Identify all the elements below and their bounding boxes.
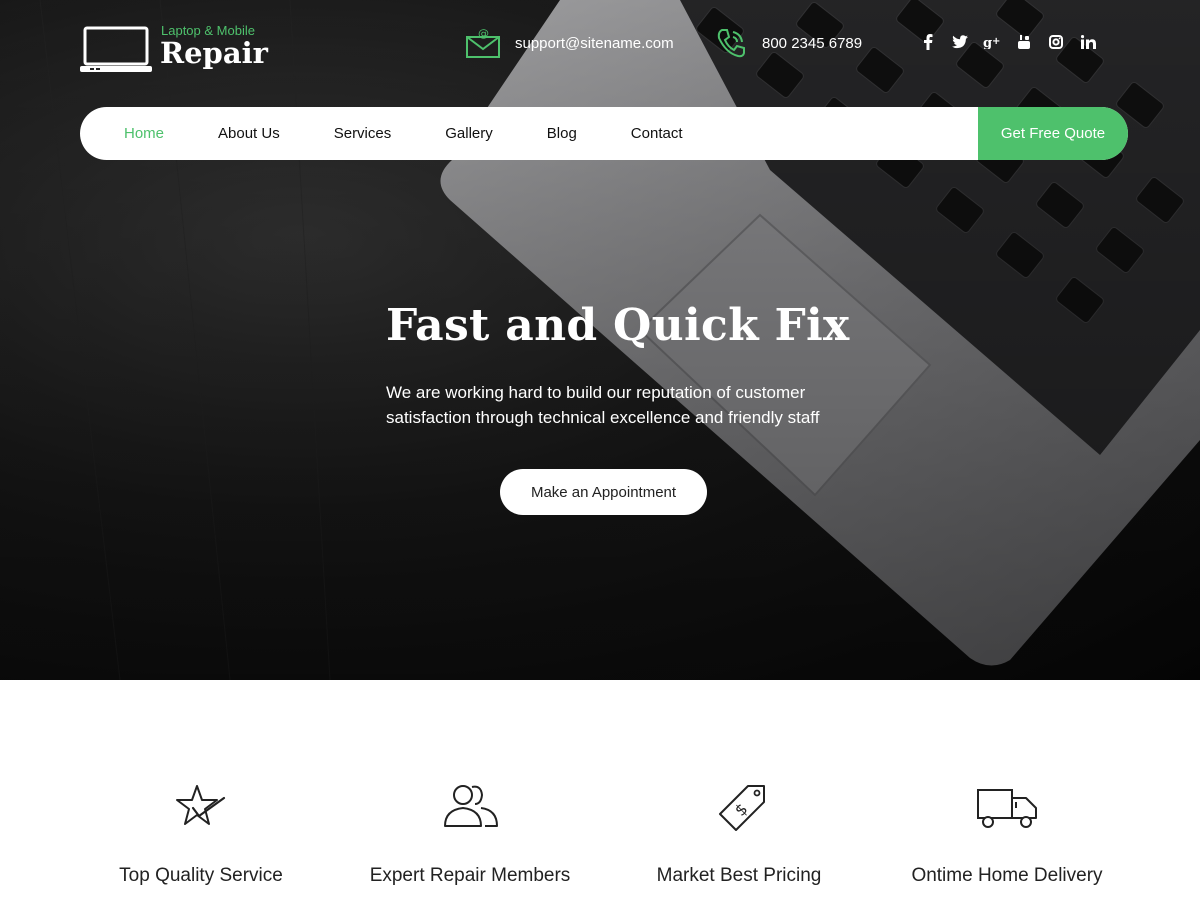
social-links: g + xyxy=(912,30,1104,54)
hero-title: Fast and Quick Fix xyxy=(386,300,850,351)
main-navigation: Home About Us Services Gallery Blog Cont… xyxy=(80,107,1128,160)
facebook-icon[interactable] xyxy=(912,30,944,54)
twitter-icon[interactable] xyxy=(944,30,976,54)
logo-name: Repair xyxy=(160,36,268,70)
feature-item: $ Market Best Pricing xyxy=(619,780,859,886)
star-check-icon xyxy=(176,785,226,825)
get-free-quote-button[interactable]: Get Free Quote xyxy=(978,107,1128,160)
feature-item: Expert Repair Members xyxy=(350,780,590,886)
features-section: Top Quality Service Expert Repair Member… xyxy=(0,680,1200,900)
hero-section: Laptop & Mobile Repair @ support@sitenam… xyxy=(0,0,1200,680)
feature-title: Expert Repair Members xyxy=(369,865,571,886)
svg-text:g: g xyxy=(983,36,992,49)
laptop-icon xyxy=(80,26,152,72)
feature-item: Ontime Home Delivery xyxy=(887,780,1127,886)
feature-title: Ontime Home Delivery xyxy=(911,865,1103,886)
phone-icon xyxy=(717,29,745,58)
contact-phone[interactable]: 800 2345 6789 xyxy=(714,26,862,60)
nav-blog[interactable]: Blog xyxy=(547,125,577,142)
youtube-icon[interactable] xyxy=(1008,30,1040,54)
google-plus-icon[interactable]: g + xyxy=(976,30,1008,54)
nav-services[interactable]: Services xyxy=(334,125,392,142)
email-text: support@sitename.com xyxy=(515,34,674,52)
feature-title: Top Quality Service xyxy=(119,865,283,886)
instagram-icon[interactable] xyxy=(1040,30,1072,54)
feature-title: Market Best Pricing xyxy=(656,865,822,886)
svg-text:+: + xyxy=(992,36,1000,47)
email-icon: @ xyxy=(466,27,500,58)
team-icon xyxy=(444,785,498,827)
hero-description: We are working hard to build our reputat… xyxy=(386,383,820,427)
price-tag-icon: $ xyxy=(719,785,765,831)
nav-contact[interactable]: Contact xyxy=(631,125,683,142)
phone-text: 800 2345 6789 xyxy=(762,34,863,52)
nav-home[interactable]: Home xyxy=(124,125,164,142)
delivery-truck-icon xyxy=(977,789,1037,828)
make-appointment-button[interactable]: Make an Appointment xyxy=(500,469,707,515)
svg-text:@: @ xyxy=(478,27,489,40)
nav-gallery[interactable]: Gallery xyxy=(445,125,493,142)
feature-item: Top Quality Service xyxy=(81,780,321,886)
contact-email[interactable]: @ support@sitename.com xyxy=(465,26,674,60)
linkedin-icon[interactable] xyxy=(1072,30,1104,54)
nav-about-us[interactable]: About Us xyxy=(218,125,280,142)
